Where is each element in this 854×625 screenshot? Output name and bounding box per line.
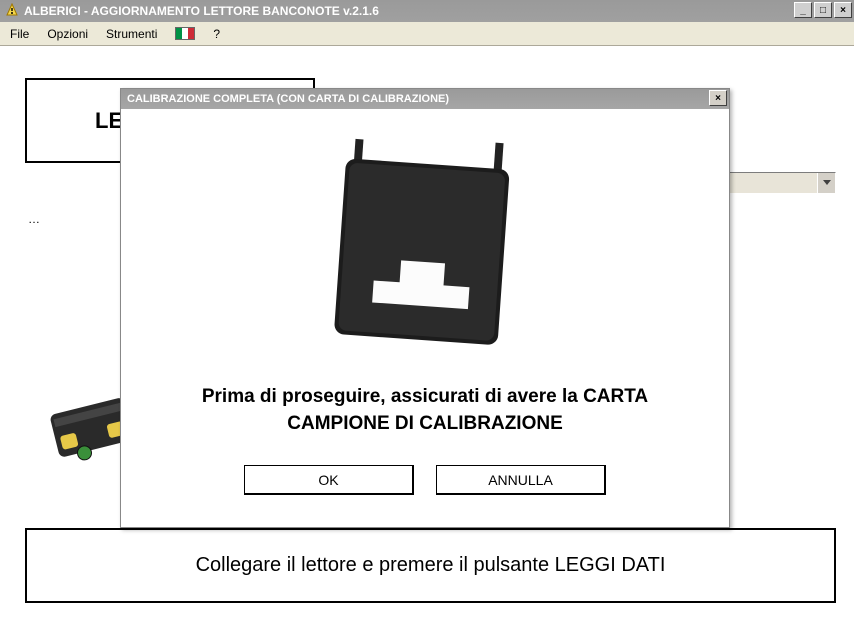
- dropdown-arrow-button[interactable]: [817, 173, 835, 193]
- status-box: Collegare il lettore e premere il pulsan…: [25, 528, 836, 603]
- close-button[interactable]: ×: [834, 2, 852, 18]
- dialog-close-button[interactable]: ×: [709, 90, 727, 106]
- cancel-button[interactable]: ANNULLA: [436, 465, 606, 495]
- dialog-buttons: OK ANNULLA: [131, 465, 719, 495]
- dialog-body: Prima di proseguire, assicurati di avere…: [121, 109, 729, 505]
- window-controls: _ □ ×: [794, 2, 852, 18]
- minimize-button[interactable]: _: [794, 2, 812, 18]
- maximize-button[interactable]: □: [814, 2, 832, 18]
- status-text: Collegare il lettore e premere il pulsan…: [196, 554, 666, 577]
- dialog-message: Prima di proseguire, assicurati di avere…: [161, 384, 689, 437]
- flag-italy-icon[interactable]: [175, 27, 195, 40]
- dialog-titlebar: CALIBRAZIONE COMPLETA (CON CARTA DI CALI…: [121, 89, 729, 109]
- menubar: File Opzioni Strumenti ?: [0, 22, 854, 46]
- menu-strumenti[interactable]: Strumenti: [106, 27, 157, 41]
- dialog-message-line1: Prima di proseguire, assicurati di avere…: [202, 386, 648, 407]
- reader-type-label: LE: [95, 108, 123, 134]
- menu-file[interactable]: File: [10, 27, 29, 41]
- calibration-dialog: CALIBRAZIONE COMPLETA (CON CARTA DI CALI…: [120, 88, 730, 528]
- menu-opzioni[interactable]: Opzioni: [47, 27, 88, 41]
- close-icon: ×: [715, 93, 721, 104]
- status-ellipsis: …: [28, 212, 40, 226]
- chevron-down-icon: [823, 180, 831, 186]
- ok-button[interactable]: OK: [244, 465, 414, 495]
- window-title: ALBERICI - AGGIORNAMENTO LETTORE BANCONO…: [24, 4, 379, 18]
- dialog-title: CALIBRAZIONE COMPLETA (CON CARTA DI CALI…: [127, 93, 449, 105]
- port-dropdown[interactable]: [726, 172, 836, 194]
- app-icon: [4, 3, 20, 19]
- calibration-card-image: [320, 134, 530, 364]
- dialog-message-line2: CAMPIONE DI CALIBRAZIONE: [287, 413, 563, 434]
- menu-help[interactable]: ?: [213, 27, 220, 41]
- window-titlebar: ALBERICI - AGGIORNAMENTO LETTORE BANCONO…: [0, 0, 854, 22]
